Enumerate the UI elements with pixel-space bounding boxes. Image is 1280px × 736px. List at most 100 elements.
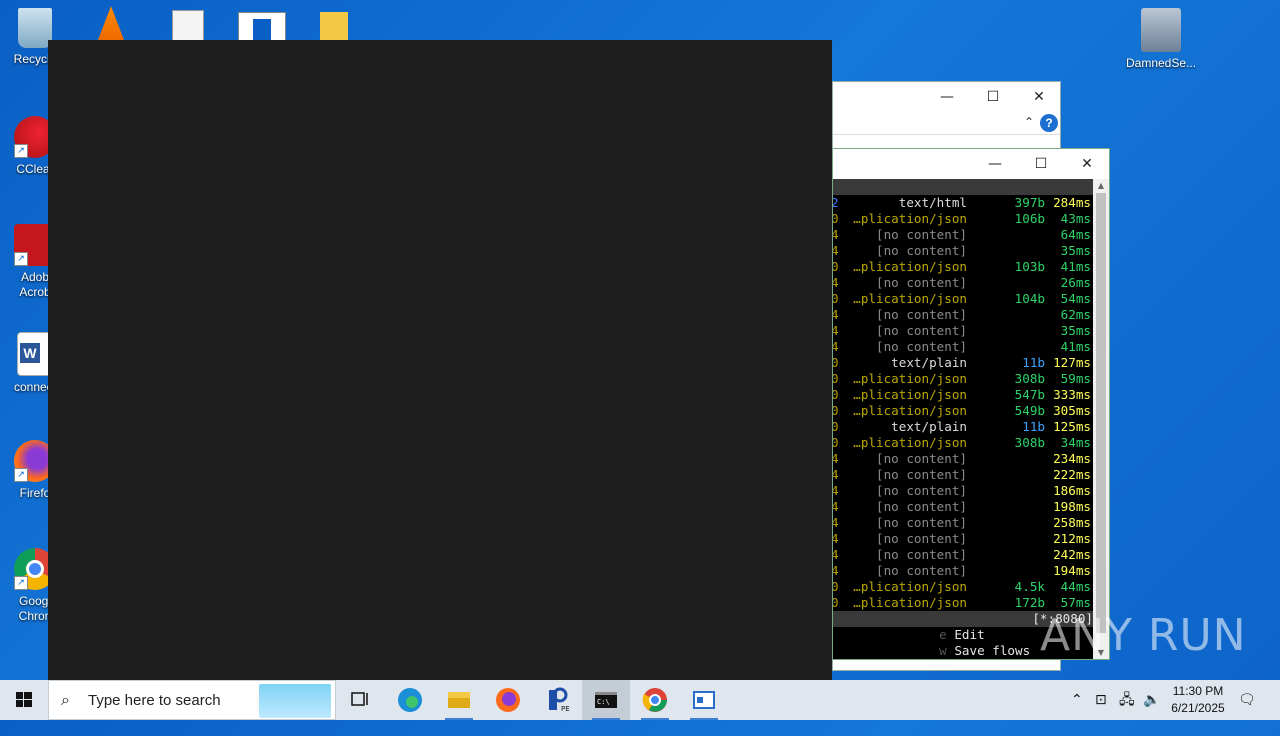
flow-row[interactable]: 0 …plication/json 4.5k 44ms xyxy=(833,579,1095,595)
flow-row[interactable]: 4 [no content] 212ms xyxy=(833,531,1095,547)
start-button[interactable] xyxy=(0,680,48,720)
flow-row[interactable]: 0 …plication/json 308b 34ms xyxy=(833,435,1095,451)
flow-size: 11b xyxy=(1022,419,1045,434)
flow-row[interactable]: 0 …plication/json 104b 54ms xyxy=(833,291,1095,307)
taskbar-command-prompt[interactable]: C:\ xyxy=(582,680,630,720)
help-icon[interactable]: ? xyxy=(1040,114,1058,132)
flow-row[interactable]: 4 [no content] 234ms xyxy=(833,451,1095,467)
flow-row[interactable]: 0 …plication/json 172b 57ms xyxy=(833,595,1095,611)
flow-row[interactable]: 4 [no content] 198ms xyxy=(833,499,1095,515)
task-view-button[interactable] xyxy=(336,680,384,720)
desktop-icon-damnedse[interactable]: DamnedSe... xyxy=(1126,8,1196,71)
flow-content-type: text/plain xyxy=(891,355,967,370)
flow-row[interactable]: 0 …plication/json 547b 333ms xyxy=(833,387,1095,403)
key-letter: e xyxy=(939,627,947,642)
flow-row[interactable]: 4 [no content] 242ms xyxy=(833,547,1095,563)
minimize-button[interactable]: — xyxy=(927,82,967,112)
flow-content-type: …plication/json xyxy=(853,211,967,226)
flow-row[interactable]: 4 [no content] 35ms xyxy=(833,243,1095,259)
flow-duration: 35ms xyxy=(1060,243,1091,258)
flow-status-digit: 0 xyxy=(833,595,839,610)
folder-icon[interactable] xyxy=(320,12,348,40)
shortcut-arrow-icon: ↗ xyxy=(14,144,28,158)
maximize-button[interactable]: ☐ xyxy=(1021,149,1061,179)
pe-tool-icon: PE xyxy=(549,687,570,713)
app-window-icon[interactable] xyxy=(238,12,286,42)
flow-content-type: [no content] xyxy=(876,451,967,466)
flow-status-digit: 4 xyxy=(833,339,839,354)
flow-content-type: [no content] xyxy=(876,307,967,322)
flow-size: 308b xyxy=(1014,435,1045,450)
flow-row[interactable]: 4 [no content] 194ms xyxy=(833,563,1095,579)
taskbar-app-window[interactable] xyxy=(680,680,728,720)
flow-size: 104b xyxy=(1014,291,1045,306)
flow-status-digit: 0 xyxy=(833,403,839,418)
close-button[interactable]: ✕ xyxy=(1019,82,1059,112)
flow-status-digit: 4 xyxy=(833,307,839,322)
scroll-up-icon[interactable]: ▲ xyxy=(1093,181,1109,190)
flow-status-digit: 4 xyxy=(833,243,839,258)
flow-content-type: [no content] xyxy=(876,227,967,242)
shortcut-arrow-icon: ↗ xyxy=(14,468,28,482)
flow-row[interactable]: 0 …plication/json 308b 59ms xyxy=(833,371,1095,387)
recycle-bin-icon xyxy=(18,8,52,48)
flow-content-type: [no content] xyxy=(876,547,967,562)
flow-row[interactable]: 4 [no content] 62ms xyxy=(833,307,1095,323)
flow-content-type: [no content] xyxy=(876,531,967,546)
flow-row[interactable]: 4 [no content] 41ms xyxy=(833,339,1095,355)
taskbar-pe-tool[interactable]: PE xyxy=(533,680,581,720)
flow-row[interactable]: 4 [no content] 186ms xyxy=(833,483,1095,499)
taskbar-edge[interactable] xyxy=(386,680,434,720)
vlc-icon[interactable] xyxy=(98,6,124,40)
shortcut-arrow-icon: ↗ xyxy=(14,576,28,590)
maximize-button[interactable]: ☐ xyxy=(973,82,1013,112)
flow-row[interactable]: 0 …plication/json 106b 43ms xyxy=(833,211,1095,227)
flow-duration: 34ms xyxy=(1060,435,1091,450)
ribbon-divider xyxy=(833,134,1060,135)
image-file-icon[interactable] xyxy=(172,10,204,42)
flow-status-digit: 4 xyxy=(833,563,839,578)
terminal-titlebar[interactable]: — ☐ ✕ xyxy=(833,149,1109,179)
taskbar-firefox[interactable] xyxy=(484,680,532,720)
flow-content-type: [no content] xyxy=(876,515,967,530)
scrollbar-thumb[interactable] xyxy=(1096,193,1106,633)
shortcut-arrow-icon: ↗ xyxy=(14,252,28,266)
blank-dark-window[interactable] xyxy=(48,40,832,680)
flow-row[interactable]: 0 text/plain 11b 125ms xyxy=(833,419,1095,435)
flow-row[interactable]: 4 [no content] 258ms xyxy=(833,515,1095,531)
flow-duration: 242ms xyxy=(1053,547,1091,562)
terminal-window[interactable]: — ☐ ✕ 2 text/html 397b 284ms 0 …plication/jso… xyxy=(832,148,1110,660)
flow-status-digit: 0 xyxy=(833,211,839,226)
flow-size: 549b xyxy=(1014,403,1045,418)
tray-volume-icon[interactable]: 🔈 xyxy=(1143,680,1160,720)
taskbar-clock[interactable]: 11:30 PM 6/21/2025 xyxy=(1160,683,1236,717)
flow-duration: 35ms xyxy=(1060,323,1091,338)
flow-row[interactable]: 0 …plication/json 103b 41ms xyxy=(833,259,1095,275)
minimize-button[interactable]: — xyxy=(975,149,1015,179)
flow-row[interactable]: 4 [no content] 64ms xyxy=(833,227,1095,243)
vertical-scrollbar[interactable]: ▲ ▼ xyxy=(1093,179,1109,659)
flow-content-type: [no content] xyxy=(876,275,967,290)
taskbar-chrome[interactable] xyxy=(631,680,679,720)
flow-status-digit: 0 xyxy=(833,259,839,274)
notification-icon[interactable]: 🗨 xyxy=(1238,680,1256,720)
flow-row[interactable]: 0 …plication/json 549b 305ms xyxy=(833,403,1095,419)
chevron-up-icon[interactable]: ⌃ xyxy=(1024,115,1034,129)
flow-row[interactable]: 4 [no content] 35ms xyxy=(833,323,1095,339)
taskbar-file-explorer[interactable] xyxy=(435,680,483,720)
key-letter: w xyxy=(939,643,947,658)
flow-row[interactable]: 4 [no content] 222ms xyxy=(833,467,1095,483)
flow-status-digit: 4 xyxy=(833,467,839,482)
close-button[interactable]: ✕ xyxy=(1067,149,1107,179)
flow-row[interactable]: 0 text/plain 11b 127ms xyxy=(833,355,1095,371)
flow-duration: 284ms xyxy=(1053,195,1091,210)
flow-status-digit: 4 xyxy=(833,275,839,290)
terminal-screen[interactable]: 2 text/html 397b 284ms 0 …plication/json 106b 4… xyxy=(833,179,1095,659)
taskbar-search-box[interactable]: ⌕ Type here to search xyxy=(48,680,336,720)
flow-row[interactable]: 4 [no content] 26ms xyxy=(833,275,1095,291)
flow-row[interactable]: 2 text/html 397b 284ms xyxy=(833,195,1095,211)
tray-chevron-up-icon[interactable]: ⌃ xyxy=(1071,680,1083,720)
tray-usb-icon[interactable]: ⊡ xyxy=(1095,680,1107,720)
tray-network-icon[interactable]: 🖧 xyxy=(1119,680,1135,720)
desktop-icon-label: DamnedSe... xyxy=(1126,56,1197,70)
